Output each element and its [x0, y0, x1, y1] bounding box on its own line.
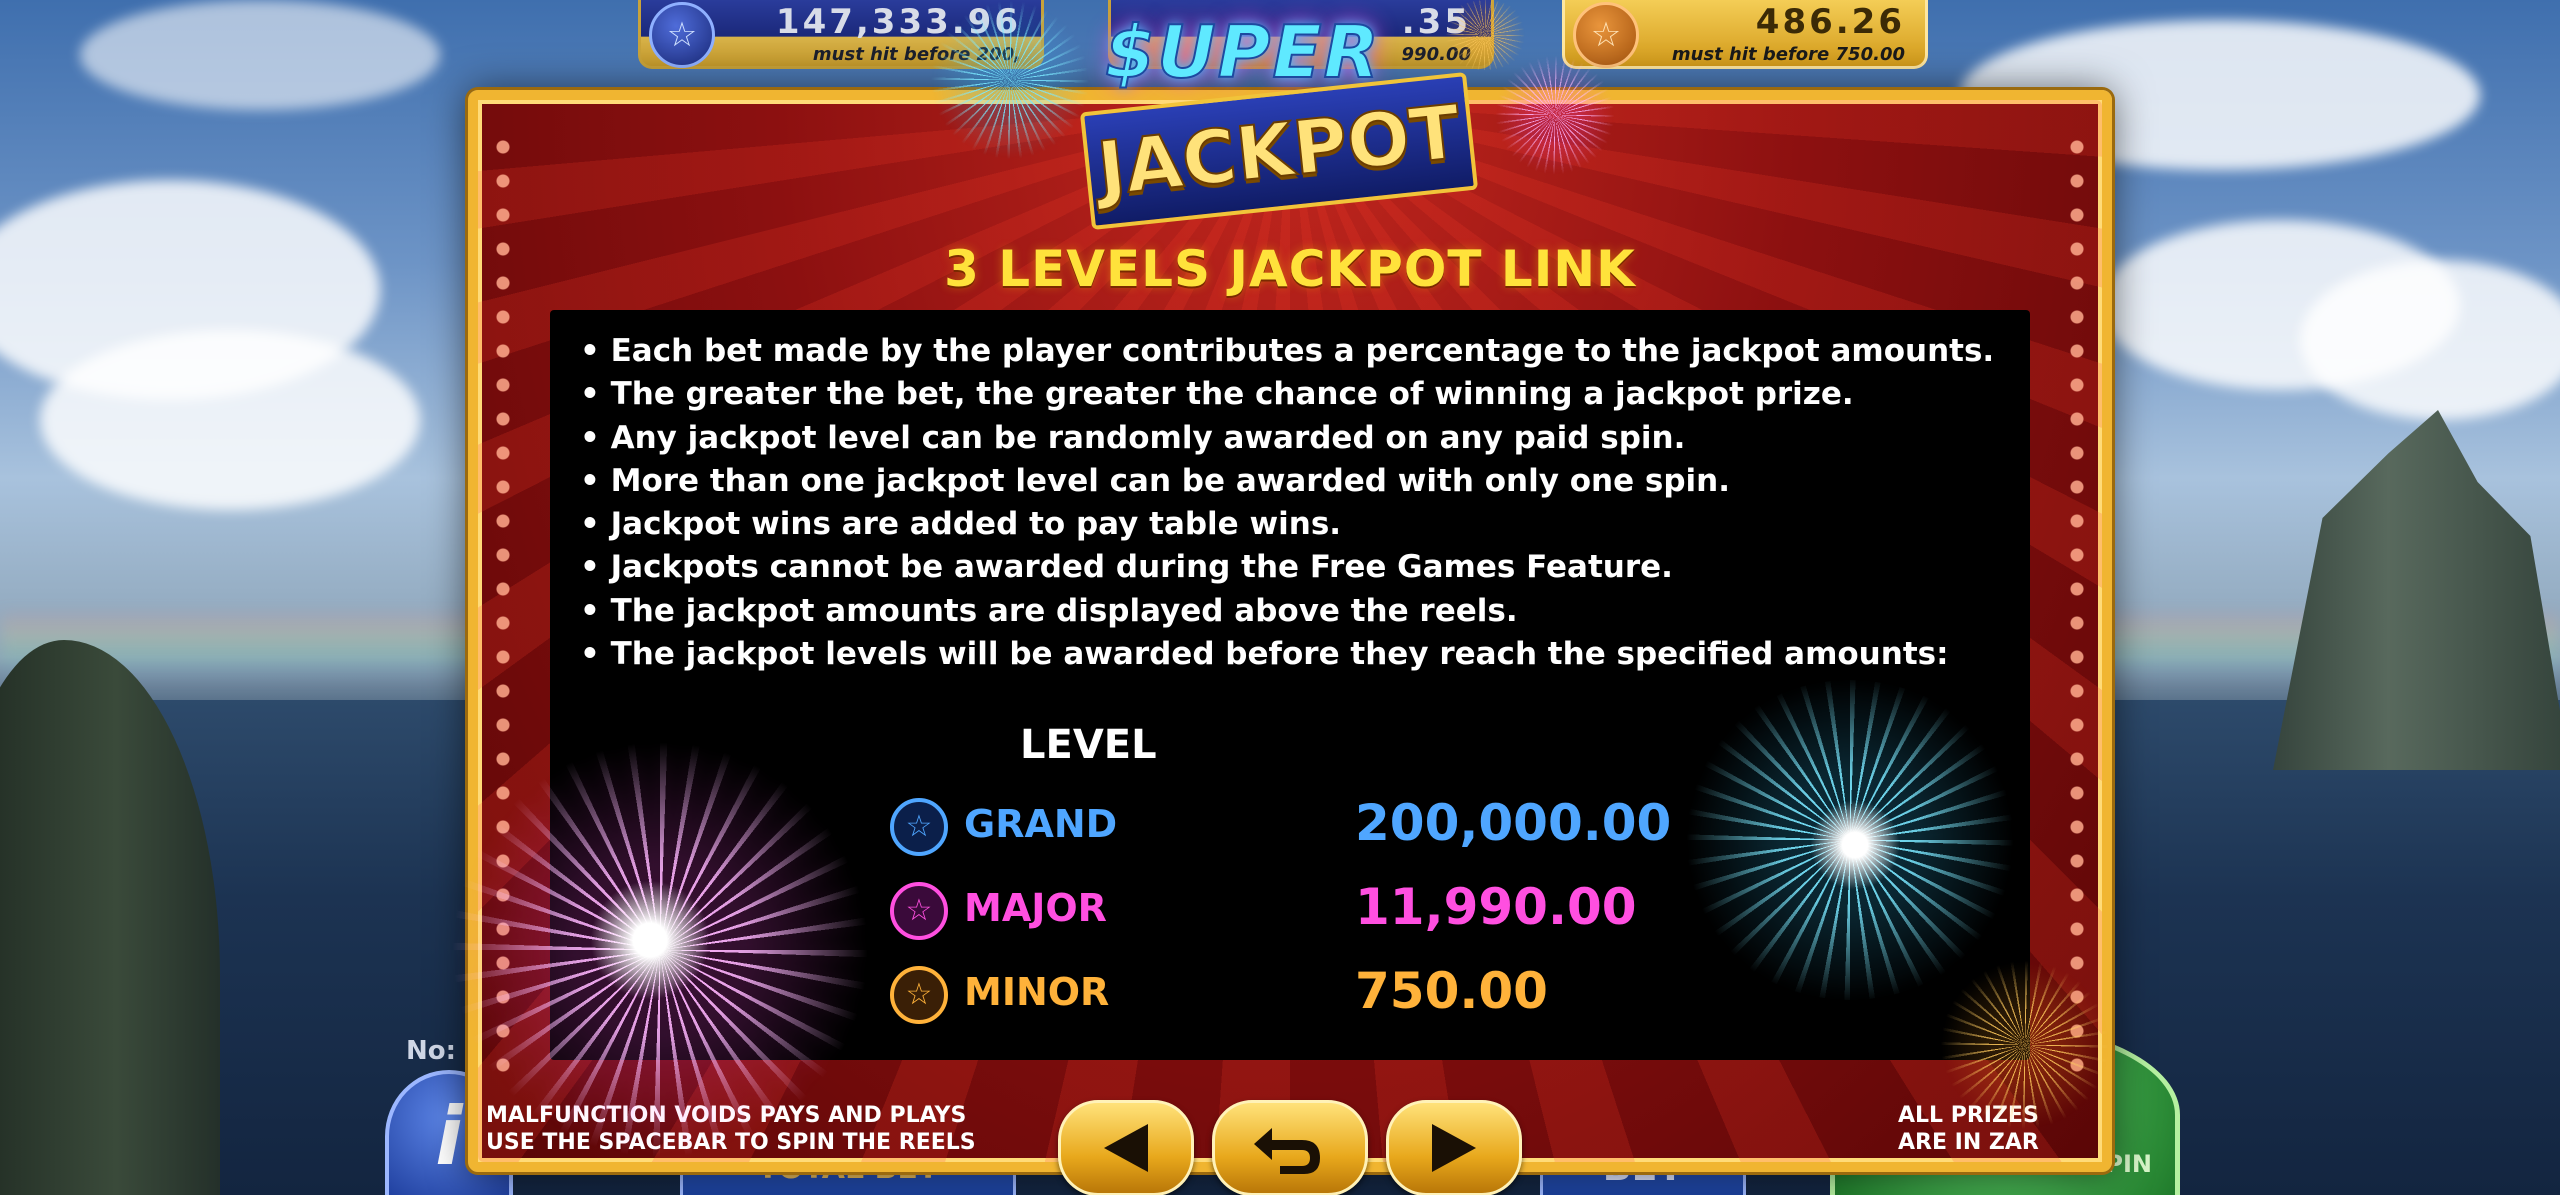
rule-item: Jackpots cannot be awarded during the Fr… [580, 546, 1994, 589]
star-icon: ☆ [890, 882, 948, 940]
triangle-left-icon [1104, 1124, 1148, 1172]
level-header: LEVEL [1020, 722, 1157, 768]
firework-glow [1810, 800, 1900, 890]
rule-item: Any jackpot level can be randomly awarde… [580, 417, 1994, 460]
rule-item: The greater the bet, the greater the cha… [580, 373, 1994, 416]
level-row-minor: ☆ MINOR 750.00 [890, 962, 1690, 1036]
footer-line: ARE IN ZAR [1898, 1130, 2039, 1155]
logo-line-jackpot: JACKPOT [1079, 72, 1479, 230]
firework [1440, 0, 1530, 70]
return-to-game-button[interactable] [1212, 1100, 1368, 1195]
cloud [2300, 260, 2560, 420]
level-row-grand: ☆ GRAND 200,000.00 [890, 794, 1690, 868]
level-amount: 750.00 [1355, 962, 1548, 1020]
return-arrow-icon [1254, 1128, 1320, 1174]
next-page-button[interactable] [1386, 1100, 1522, 1195]
level-name: MINOR [964, 970, 1110, 1014]
rule-item: Jackpot wins are added to pay table wins… [580, 503, 1994, 546]
game-screen: ☆ 147,333.96 must hit before 200, .35 99… [0, 0, 2560, 1195]
firework [1495, 55, 1615, 175]
rule-item: The jackpot levels will be awarded befor… [580, 633, 1994, 676]
level-name: MAJOR [964, 886, 1107, 930]
level-row-major: ☆ MAJOR 11,990.00 [890, 878, 1690, 952]
rules-list: Each bet made by the player contributes … [580, 330, 1995, 676]
level-name: GRAND [964, 802, 1118, 846]
firework [930, 0, 1090, 160]
cloud [40, 330, 420, 510]
minor-meter-value: 486.26 [1755, 2, 1905, 42]
level-amount: 11,990.00 [1355, 878, 1637, 936]
cloud [80, 0, 440, 110]
level-amount: 200,000.00 [1355, 794, 1672, 852]
rule-item: Each bet made by the player contributes … [580, 330, 1995, 373]
super-jackpot-logo: $UPER JACKPOT [1079, 9, 1479, 230]
minor-meter-subtitle: must hit before 750.00 [1671, 44, 1905, 65]
star-icon: ☆ [649, 2, 715, 68]
firework [1940, 960, 2110, 1130]
rule-item: More than one jackpot level can be award… [580, 460, 1994, 503]
triangle-right-icon [1432, 1124, 1476, 1172]
rock-island [2273, 410, 2560, 770]
firework-glow [590, 880, 710, 1000]
game-number-label: No: [406, 1036, 457, 1066]
rule-item: The jackpot amounts are displayed above … [580, 590, 1994, 633]
star-icon: ☆ [1573, 2, 1639, 68]
star-icon: ☆ [890, 798, 948, 856]
dialog-title: 3 LEVELS JACKPOT LINK [944, 240, 1636, 298]
logo-line-super: $UPER [1104, 9, 1381, 95]
minor-jackpot-meter: ☆ 486.26 must hit before 750.00 [1562, 0, 1928, 69]
previous-page-button[interactable] [1058, 1100, 1194, 1195]
star-icon: ☆ [890, 966, 948, 1024]
